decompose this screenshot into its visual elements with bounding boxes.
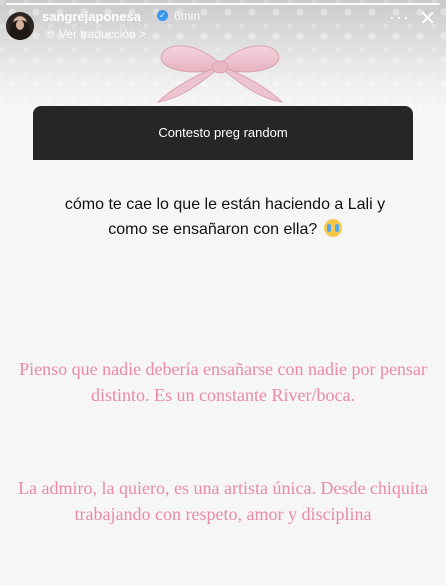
question-text-block: cómo te cae lo que le están haciendo a L… — [60, 192, 390, 242]
globe-icon: 🌐︎ — [46, 29, 55, 41]
translate-label: Ver traducción > — [59, 27, 147, 41]
username[interactable]: sangrejaponesa — [42, 9, 141, 24]
translate-link[interactable]: 🌐︎ Ver traducción > — [46, 27, 146, 42]
answer-paragraph-2: La admiro, la quiero, es una artista úni… — [18, 478, 428, 524]
post-time: 6min — [174, 9, 201, 23]
avatar-face — [16, 20, 24, 30]
crying-face-icon — [323, 219, 342, 237]
question-card-title: Contesto preg random — [158, 125, 288, 140]
story-view[interactable]: sangrejaponesa ✓ 6min 🌐︎ Ver traducción >… — [0, 0, 446, 585]
answer-paragraph-1: Pienso que nadie debería ensañarse con n… — [19, 359, 427, 405]
verified-badge-icon: ✓ — [157, 10, 168, 21]
question-card-header: Contesto preg random — [33, 106, 413, 160]
story-progress-bar — [6, 3, 440, 5]
bow-sticker — [156, 45, 284, 103]
more-options-icon[interactable]: ··· — [389, 8, 410, 26]
close-icon[interactable]: ✕ — [419, 9, 436, 29]
avatar[interactable] — [6, 12, 34, 40]
